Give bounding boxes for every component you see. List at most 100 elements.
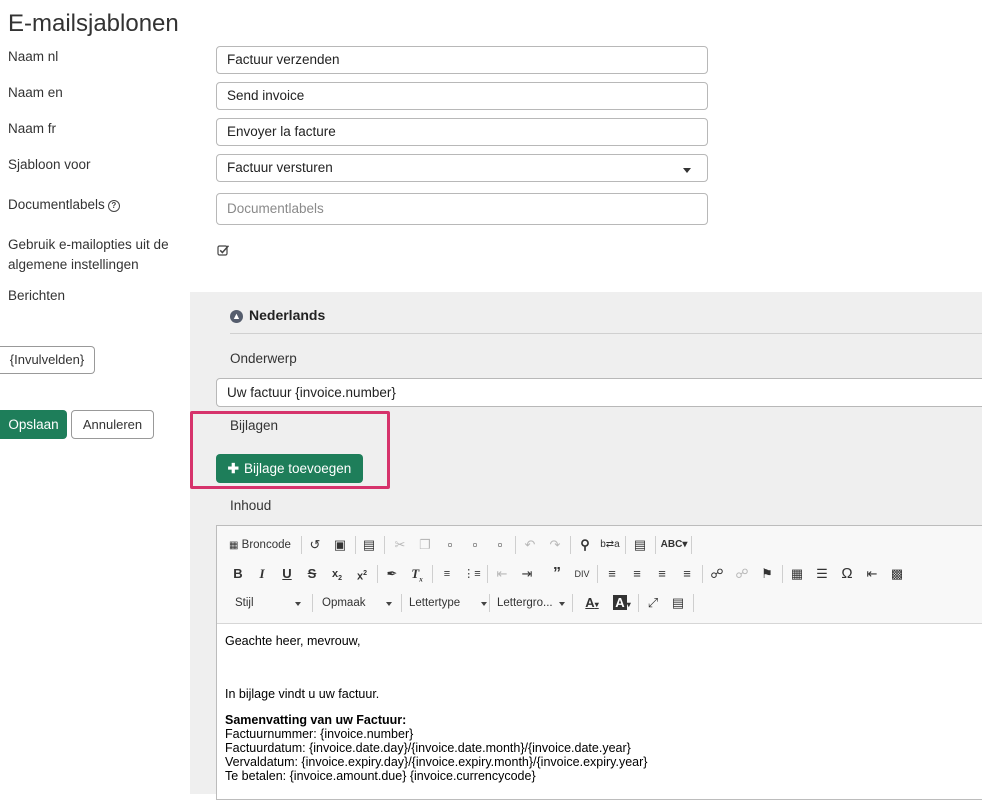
- documentlabels-label-wrap: Documentlabels?: [8, 195, 120, 215]
- summary-line: Factuurdatum: {invoice.date.day}/{invoic…: [225, 741, 631, 755]
- naam-nl-label: Naam nl: [8, 49, 59, 64]
- replace-icon[interactable]: b⇄a: [600, 535, 620, 555]
- special-char-icon[interactable]: Ω: [837, 564, 857, 584]
- chevron-down-icon: [683, 168, 691, 173]
- summary-title: Samenvatting van uw Factuur:: [225, 713, 407, 727]
- paste-word-icon[interactable]: ▫: [490, 535, 510, 555]
- subscript-icon[interactable]: x2: [327, 564, 347, 584]
- format-painter-icon[interactable]: ✒: [382, 564, 402, 584]
- image-icon[interactable]: ▩: [887, 564, 907, 584]
- summary-line: Vervaldatum: {invoice.expiry.day}/{invoi…: [225, 755, 648, 769]
- naam-nl-input[interactable]: Factuur verzenden: [216, 46, 708, 74]
- numbered-list-icon[interactable]: ≡: [437, 564, 457, 584]
- background-color-icon[interactable]: A ▾: [609, 593, 635, 613]
- checkbox-checked-icon[interactable]: [217, 244, 230, 260]
- save-button[interactable]: Opslaan: [0, 410, 67, 439]
- bullet-list-icon[interactable]: ⋮≡: [462, 564, 482, 584]
- format-chevron-down-icon: [386, 602, 392, 606]
- italic-icon[interactable]: I: [252, 564, 272, 584]
- font-combo-label: Lettertype: [409, 597, 461, 609]
- source-icon: ▦: [229, 540, 239, 551]
- underline-icon[interactable]: U: [277, 564, 297, 584]
- documentlabels-input[interactable]: Documentlabels: [216, 193, 708, 225]
- naam-en-label: Naam en: [8, 85, 63, 100]
- strikethrough-icon[interactable]: S: [302, 564, 322, 584]
- subject-label: Onderwerp: [230, 351, 297, 366]
- remove-format-icon[interactable]: Tx: [407, 564, 427, 584]
- format-combo[interactable]: Opmaak: [322, 593, 392, 613]
- align-left-icon[interactable]: ≡: [602, 564, 622, 584]
- table-icon[interactable]: ▦: [787, 564, 807, 584]
- sjabloon-select[interactable]: Factuur versturen: [216, 154, 708, 182]
- sjabloon-label: Sjabloon voor: [8, 157, 91, 172]
- page-break-icon[interactable]: ⇤: [862, 564, 882, 584]
- editor-toolbar: ▦ Broncode ↺ ▣ ▤ ✂ ❐ ▫ ▫ ▫ ↶ ↷ ⚲ b⇄a ▤ A…: [217, 526, 982, 624]
- source-label: Broncode: [241, 539, 291, 551]
- align-center-icon[interactable]: ≡: [627, 564, 647, 584]
- source-button[interactable]: ▦ Broncode: [229, 535, 309, 555]
- horizontal-rule-icon[interactable]: ☰: [812, 564, 832, 584]
- template-icon[interactable]: ▤: [359, 535, 379, 555]
- undo-icon[interactable]: ↶: [520, 535, 540, 555]
- maximize-icon[interactable]: ⤢: [643, 593, 663, 613]
- div-icon[interactable]: DIV: [572, 564, 592, 584]
- search-icon[interactable]: ⚲: [575, 535, 595, 555]
- intro-text: In bijlage vindt u uw factuur.: [225, 687, 380, 701]
- invulvelden-button[interactable]: {Invulvelden}: [0, 346, 95, 374]
- bold-icon[interactable]: B: [228, 564, 248, 584]
- email-options-label-line2: algemene instellingen: [8, 257, 139, 272]
- naam-en-input[interactable]: Send invoice: [216, 82, 708, 110]
- select-all-icon[interactable]: ▤: [630, 535, 650, 555]
- spellcheck-icon[interactable]: ABC▾: [660, 535, 688, 555]
- email-options-label-line1: Gebruik e-mailopties uit de: [8, 237, 169, 252]
- language-section-header[interactable]: ▲ Nederlands: [230, 307, 325, 323]
- save-doc-icon[interactable]: ↺: [305, 535, 325, 555]
- preview-icon[interactable]: ▣: [330, 535, 350, 555]
- section-divider: [230, 333, 982, 334]
- indent-icon[interactable]: ⇥: [517, 564, 537, 584]
- align-right-icon[interactable]: ≡: [652, 564, 672, 584]
- anchor-flag-icon[interactable]: ⚑: [757, 564, 777, 584]
- font-chevron-down-icon: [481, 602, 487, 606]
- paste-icon[interactable]: ▫: [440, 535, 460, 555]
- documentlabels-label: Documentlabels: [8, 197, 105, 212]
- content-label: Inhoud: [230, 498, 272, 513]
- link-icon[interactable]: ☍: [707, 564, 727, 584]
- naam-fr-input[interactable]: Envoyer la facture: [216, 118, 708, 146]
- editor-content[interactable]: Geachte heer, mevrouw, In bijlage vindt …: [225, 634, 647, 783]
- rich-text-editor[interactable]: ▦ Broncode ↺ ▣ ▤ ✂ ❐ ▫ ▫ ▫ ↶ ↷ ⚲ b⇄a ▤ A…: [216, 525, 982, 800]
- highlight-box: [190, 411, 390, 489]
- font-combo[interactable]: Lettertype: [409, 593, 487, 613]
- sjabloon-select-value: Factuur versturen: [227, 160, 333, 175]
- size-combo-label: Lettergro...: [497, 597, 553, 609]
- show-blocks-icon[interactable]: ▤: [668, 593, 688, 613]
- summary-line: Factuurnummer: {invoice.number}: [225, 727, 414, 741]
- berichten-label: Berichten: [8, 288, 66, 303]
- style-chevron-down-icon: [295, 602, 301, 606]
- naam-fr-label: Naam fr: [8, 121, 57, 136]
- help-icon[interactable]: ?: [107, 200, 120, 212]
- greeting-text: Geachte heer, mevrouw,: [225, 634, 361, 648]
- redo-icon[interactable]: ↷: [545, 535, 565, 555]
- format-combo-label: Opmaak: [322, 597, 366, 609]
- subject-input[interactable]: Uw factuur {invoice.number}: [216, 378, 982, 407]
- size-combo[interactable]: Lettergro...: [497, 593, 565, 613]
- paste-text-icon[interactable]: ▫: [465, 535, 485, 555]
- blockquote-icon[interactable]: ”: [547, 564, 567, 584]
- text-color-icon[interactable]: A▾: [579, 593, 605, 613]
- page-title: E-mailsjablonen: [8, 10, 179, 37]
- style-combo[interactable]: Stijl: [235, 593, 301, 613]
- cut-icon[interactable]: ✂: [390, 535, 410, 555]
- summary-line: Te betalen: {invoice.amount.due} {invoic…: [225, 769, 536, 783]
- align-justify-icon[interactable]: ≡: [677, 564, 697, 584]
- copy-icon[interactable]: ❐: [415, 535, 435, 555]
- outdent-icon[interactable]: ⇤: [492, 564, 512, 584]
- unlink-icon[interactable]: ☍: [732, 564, 752, 584]
- style-combo-label: Stijl: [235, 597, 254, 609]
- chevron-up-icon: ▲: [230, 310, 243, 323]
- email-options-label: Gebruik e-mailopties uit de algemene ins…: [8, 235, 169, 275]
- size-chevron-down-icon: [559, 602, 565, 606]
- superscript-icon[interactable]: x2: [352, 564, 372, 584]
- language-heading: Nederlands: [249, 307, 326, 323]
- cancel-button[interactable]: Annuleren: [71, 410, 154, 439]
